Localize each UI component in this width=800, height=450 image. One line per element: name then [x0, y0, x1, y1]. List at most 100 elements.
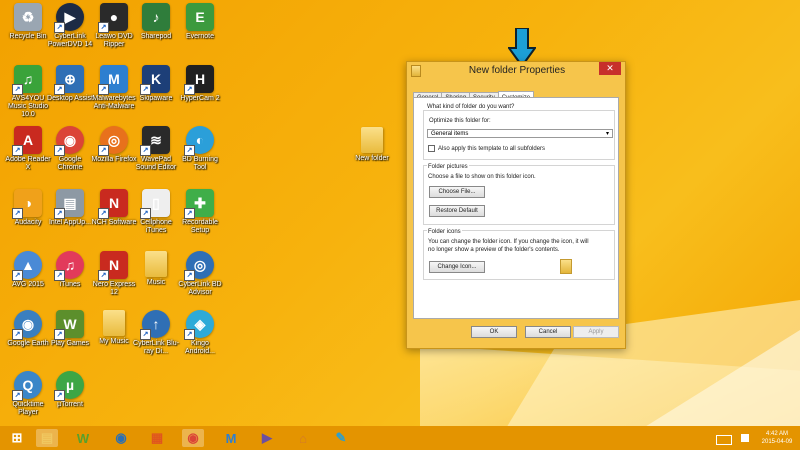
desktop-icon-audacity[interactable]: ◑ ↗ Audacity: [4, 189, 52, 227]
desktop-icon-bluray[interactable]: ↑ ↗ CyberLink Blu-ray Di...: [132, 310, 180, 356]
desktop-icon-leawo-dvd-ripper[interactable]: ● ↗ Leawo DVD Ripper: [90, 3, 138, 49]
taskbar-clock[interactable]: 4:42 AM 2015-04-09: [756, 430, 798, 446]
desktop-icon-label: NCH Software: [91, 219, 137, 226]
optimize-select[interactable]: General items ▾: [427, 129, 613, 138]
desktop-icon-nch-software[interactable]: N ↗ NCH Software: [90, 189, 138, 227]
desktop-icon-new-folder[interactable]: New folder: [348, 127, 396, 163]
subfolders-checkbox[interactable]: [428, 145, 435, 152]
desktop-icon-google-earth[interactable]: ◉ ↗ Google Earth: [4, 310, 52, 348]
desktop-icon-label: CyberLink PowerDVD 14: [47, 33, 93, 48]
desktop-icon-chrome[interactable]: ◉ ↗ Google Chrome: [46, 126, 94, 172]
desktop-icon-adobe-reader[interactable]: A ↗ Adobe Reader X: [4, 126, 52, 172]
adobe-reader-icon: A ↗: [12, 126, 42, 156]
desktop-icon-bd-burning[interactable]: ◐ ↗ BD Burning Tool: [176, 126, 224, 172]
leawo-dvd-ripper-icon: ● ↗: [98, 3, 128, 33]
shortcut-arrow-icon: ↗: [54, 329, 65, 340]
avs-music-icon: ♫ ↗: [12, 65, 42, 95]
desktop-icon-utorrent[interactable]: µ ↗ µTorrent: [46, 371, 94, 409]
folder-icon: [411, 65, 421, 77]
desktop-icon-kingo[interactable]: ◈ ↗ Kingo Android...: [176, 310, 224, 356]
desktop-icon-cellphone[interactable]: ▯ ↗ Cellphone iTunes: [132, 189, 180, 235]
nch-software-icon: N ↗: [98, 189, 128, 219]
close-button[interactable]: ✕: [599, 62, 621, 75]
desktop-icon-firefox[interactable]: ◎ ↗ Mozilla Firefox: [90, 126, 138, 164]
cancel-button[interactable]: Cancel: [525, 326, 571, 338]
subfolders-checkbox-label: Also apply this template to all subfolde…: [438, 146, 546, 152]
desktop-icon-sharepod[interactable]: ♪ Sharepod: [132, 3, 180, 41]
desktop-icon-label: Google Earth: [7, 340, 49, 347]
folder-pictures-text: Choose a file to show on this folder ico…: [428, 174, 536, 180]
shortcut-arrow-icon: ↗: [140, 84, 151, 95]
taskbar-game-button[interactable]: ⌂: [292, 429, 314, 447]
kingo-icon: ◈ ↗: [184, 310, 214, 340]
chrome-icon: ◉: [187, 430, 199, 445]
taskbar-media-app-button[interactable]: ◉: [110, 429, 132, 447]
desktop-icon-play-games[interactable]: W ↗ Play Games: [46, 310, 94, 348]
dialog-tabs: GeneralSharingSecurityCustomize: [413, 85, 535, 103]
hypercam-icon: H ↗: [184, 65, 214, 95]
desktop-icon-desktop-assist[interactable]: ⊕ ↗ Desktop Assist: [46, 65, 94, 103]
action-center-flag-icon[interactable]: [741, 434, 749, 442]
desktop-icon-skipaware[interactable]: K ↗ Skipaware: [132, 65, 180, 103]
wavepad-icon: ≋ ↗: [140, 126, 170, 156]
media-app-icon: ◉: [115, 430, 127, 445]
shortcut-arrow-icon: ↗: [12, 329, 23, 340]
desktop-icon-evernote[interactable]: E Evernote: [176, 3, 224, 41]
desktop-icon-nero[interactable]: N ↗ Nero Express 12: [90, 251, 138, 297]
desktop-icon-avg[interactable]: ▲ ↗ AVG 2015: [4, 251, 52, 289]
taskbar-windows-start-button[interactable]: ⊞: [6, 429, 28, 447]
dialog-titlebar[interactable]: New folder Properties ✕: [407, 62, 625, 80]
taskbar-malwarebytes-button[interactable]: M: [220, 429, 242, 447]
taskbar-w-app-button[interactable]: W: [72, 429, 94, 447]
desktop-icon-label: iTunes: [59, 281, 81, 288]
desktop-icon-label: Kingo Android...: [185, 340, 215, 355]
nero-icon: N ↗: [98, 251, 128, 281]
shortcut-arrow-icon: ↗: [184, 208, 195, 219]
desktop-icon-folder[interactable]: Music: [132, 251, 180, 287]
optimize-label: Optimize this folder for:: [429, 118, 491, 124]
keyboard-icon[interactable]: [716, 435, 732, 445]
desktop-icon-wavepad[interactable]: ≋ ↗ WavePad Sound Editor: [132, 126, 180, 172]
desktop-icon-label: Malwarebytes Anti-Malware: [92, 95, 136, 110]
desktop-icon-label: BD Burning Tool: [182, 156, 218, 171]
taskbar-file-explorer-button[interactable]: ▤: [36, 429, 58, 447]
desktop-icon-quicktime[interactable]: Q ↗ Quicktime Player: [4, 371, 52, 417]
avg-icon: ▲ ↗: [12, 251, 42, 281]
choose-file-button[interactable]: Choose File...: [429, 186, 485, 198]
sharepod-icon: ♪: [142, 3, 170, 31]
change-icon-button[interactable]: Change Icon...: [429, 261, 485, 273]
desktop-icon-malwarebytes[interactable]: M ↗ Malwarebytes Anti-Malware: [90, 65, 138, 111]
desktop-icon-intel-appup[interactable]: ▤ ↗ Intel AppUp...: [46, 189, 94, 227]
taskbar-video-app-button[interactable]: ▶: [256, 429, 278, 447]
desktop-icon-powerdvd[interactable]: ▶ ↗ CyberLink PowerDVD 14: [46, 3, 94, 49]
desktop-icon-hypercam[interactable]: H ↗ HyperCam 2: [176, 65, 224, 103]
ok-button[interactable]: OK: [471, 326, 517, 338]
shortcut-arrow-icon: ↗: [184, 329, 195, 340]
desktop-icon-label: Skipaware: [139, 95, 173, 102]
shortcut-arrow-icon: ↗: [140, 145, 151, 156]
shortcut-arrow-icon: ↗: [184, 270, 195, 281]
shortcut-arrow-icon: ↗: [12, 84, 23, 95]
restore-default-button[interactable]: Restore Default: [429, 205, 485, 217]
desktop-icon-recordable-setup[interactable]: ✚ ↗ Recordable Setup: [176, 189, 224, 235]
desktop-assist-icon: ⊕ ↗: [54, 65, 84, 95]
taskbar-chrome-button[interactable]: ◉: [182, 429, 204, 447]
shortcut-arrow-icon: ↗: [140, 329, 151, 340]
desktop-icon-label: Leawo DVD Ripper: [95, 33, 133, 48]
folder-properties-dialog: New folder Properties ✕ GeneralSharingSe…: [406, 61, 626, 349]
desktop-icon-label: AVS4YOU Music Studio 10.0: [7, 95, 49, 118]
desktop-icon-folder[interactable]: My Music: [90, 310, 138, 346]
taskbar-store-button[interactable]: ▦: [146, 429, 168, 447]
taskbar-paint-button[interactable]: ✎: [330, 429, 352, 447]
desktop-icon-bd-advisor[interactable]: ◎ ↗ CyberLink BD Advisor: [176, 251, 224, 297]
desktop-icon-label: AVG 2015: [12, 281, 44, 288]
desktop-icon-itunes[interactable]: ♫ ↗ iTunes: [46, 251, 94, 289]
shortcut-arrow-icon: ↗: [54, 270, 65, 281]
utorrent-icon: µ ↗: [54, 371, 84, 401]
desktop-icon-label: Music: [146, 279, 166, 286]
desktop-icon-recycle-bin[interactable]: ♻ Recycle Bin: [4, 3, 52, 41]
malwarebytes-icon: M: [225, 430, 237, 446]
folder-icons-text: You can change the folder icon. If you c…: [428, 239, 589, 245]
desktop-icon-avs-music[interactable]: ♫ ↗ AVS4YOU Music Studio 10.0: [4, 65, 52, 119]
apply-button[interactable]: Apply: [573, 326, 619, 338]
